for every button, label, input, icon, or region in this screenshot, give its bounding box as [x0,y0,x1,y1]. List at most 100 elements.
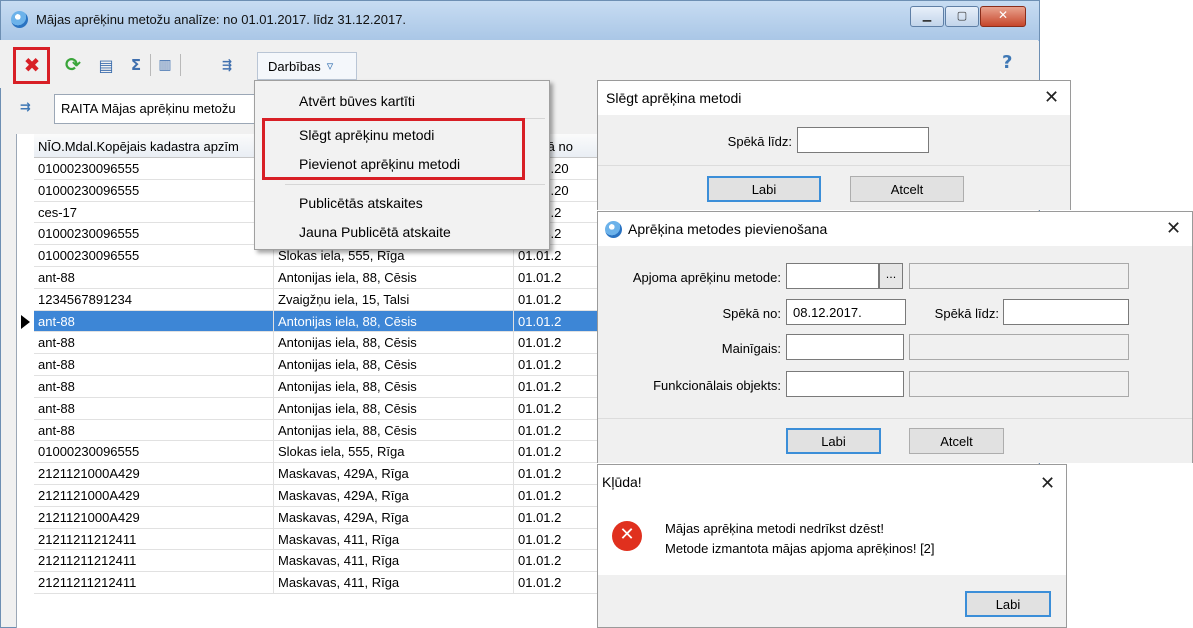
table-cell: ces-17 [34,201,274,224]
row-indicator-icon [21,314,30,329]
method-browse-button[interactable]: ... [879,263,903,289]
close-window-button[interactable]: ✕ [980,6,1026,27]
table-cell: ant-88 [34,376,274,398]
table-cell: 1234567891234 [34,288,274,311]
print-icon[interactable]: ▤ [95,54,117,76]
close-method-dialog: Slēgt aprēķina metodi ✕ Spēkā līdz: Labi… [597,80,1071,210]
error-message-area [598,497,1066,575]
table-cell: Antonijas iela, 88, Cēsis [274,310,514,333]
table-cell: 2121121000A429 [34,485,274,507]
valid-to-label: Spēkā līdz: [727,134,792,149]
table-cell: Maskavas, 411, Rīga [274,528,514,551]
minimize-button[interactable]: ▁ [910,6,944,27]
table-cell: 01000230096555 [34,158,274,180]
column-header[interactable]: NĪO.Mdal.Kopējais kadastra apzīm [34,134,274,158]
table-cell: 21211211212411 [34,550,274,573]
window-title: Mājas aprēķinu metožu analīze: no 01.01.… [36,12,407,27]
dialog-title: Kļūda! [598,465,1066,497]
close-icon: ✕ [997,8,1009,22]
actions-label: Darbības [268,58,321,74]
menu-item-new-published-report[interactable]: Jauna Publicētā atskaite [299,224,451,240]
functional-object-label: Funkcionālais objekts: [653,378,781,393]
error-dialog: Kļūda! ✕ ✕ Mājas aprēķina metodi nedrīks… [597,464,1067,628]
table-cell: Maskavas, 411, Rīga [274,572,514,594]
sum-icon[interactable]: Σ [125,54,147,76]
table-cell: 01000230096555 [34,245,274,267]
dialog-footer [598,165,1070,210]
method-field[interactable] [786,263,879,289]
table-cell: Antonijas iela, 88, Cēsis [274,332,514,355]
table-cell: ant-88 [34,267,274,289]
table-cell: Maskavas, 429A, Rīga [274,506,514,529]
help-icon[interactable]: ? [1002,52,1012,73]
filter-icon[interactable]: ⇉ [20,100,36,116]
valid-to-label: Spēkā līdz: [934,306,999,321]
close-icon[interactable]: ✕ [1166,218,1181,239]
table-cell: Maskavas, 429A, Rīga [274,485,514,507]
table-cell: Antonijas iela, 88, Cēsis [274,267,514,289]
table-cell: Antonijas iela, 88, Cēsis [274,376,514,398]
toolbar-separator [150,54,151,76]
close-icon[interactable]: ✕ [1040,473,1055,494]
table-cell: ant-88 [34,310,274,333]
add-method-dialog: Aprēķina metodes pievienošana ✕ Apjoma a… [597,211,1193,463]
delete-icon[interactable]: ✖ [21,53,43,77]
table-cell: 21211211212411 [34,572,274,594]
close-icon[interactable]: ✕ [1044,87,1059,108]
functional-object-description-field [909,371,1129,397]
table-cell: 01000230096555 [34,223,274,246]
columns-icon[interactable]: ▥ [154,54,176,76]
variable-description-field [909,334,1129,360]
error-icon: ✕ [612,521,642,551]
menu-item-open-building-card[interactable]: Atvērt būves kartīti [299,93,415,109]
app-globe-icon [605,221,622,238]
cancel-button[interactable]: Atcelt [850,176,964,202]
table-cell: 21211211212411 [34,528,274,551]
functional-object-field[interactable] [786,371,904,397]
menu-highlight-frame [262,118,525,180]
table-cell: ant-88 [34,419,274,442]
cancel-button[interactable]: Atcelt [909,428,1004,454]
tree-icon[interactable]: ⇶ [216,54,238,76]
method-label: Apjoma aprēķinu metode: [632,270,781,285]
table-cell: Slokas iela, 555, Rīga [274,441,514,464]
table-cell: Antonijas iela, 88, Cēsis [274,354,514,376]
minimize-icon: ▁ [922,9,932,22]
table-cell: Antonijas iela, 88, Cēsis [274,419,514,442]
maximize-button[interactable]: ▢ [945,6,979,27]
valid-to-field[interactable] [797,127,929,153]
actions-dropdown-button[interactable]: Darbības ▿ [257,52,357,80]
table-cell: 2121121000A429 [34,506,274,529]
menu-item-published-reports[interactable]: Publicētās atskaites [299,195,423,211]
ok-button[interactable]: Labi [707,176,821,202]
dialog-title: Slēgt aprēķina metodi [598,81,1070,115]
chevron-down-icon: ▿ [326,58,334,73]
refresh-icon[interactable]: ⟳ [62,54,84,76]
dialog-footer [598,418,1192,463]
variable-field[interactable] [786,334,904,360]
method-description-field [909,263,1129,289]
table-cell: Zvaigžņu iela, 15, Talsi [274,288,514,311]
menu-separator [285,184,545,185]
table-cell: 01000230096555 [34,441,274,464]
table-cell: ant-88 [34,332,274,355]
toolbar-separator [180,54,181,76]
table-cell: Antonijas iela, 88, Cēsis [274,397,514,420]
ok-button[interactable]: Labi [786,428,881,454]
ok-button[interactable]: Labi [965,591,1051,617]
table-cell: 01000230096555 [34,179,274,202]
app-globe-icon [11,11,28,28]
valid-to-field[interactable] [1003,299,1129,325]
maximize-icon: ▢ [956,9,968,22]
table-cell: Maskavas, 429A, Rīga [274,463,514,485]
table-cell: 2121121000A429 [34,463,274,485]
table-cell: ant-88 [34,397,274,420]
error-line-1: Mājas aprēķina metodi nedrīkst dzēst! [665,521,884,536]
error-line-2: Metode izmantota mājas apjoma aprēķinos!… [665,541,935,556]
valid-from-field[interactable]: 08.12.2017. [786,299,906,325]
table-cell: ant-88 [34,354,274,376]
variable-label: Mainīgais: [721,341,781,356]
dialog-title: Aprēķina metodes pievienošana [598,212,1192,246]
valid-from-label: Spēkā no: [722,306,781,321]
table-cell: Maskavas, 411, Rīga [274,550,514,573]
